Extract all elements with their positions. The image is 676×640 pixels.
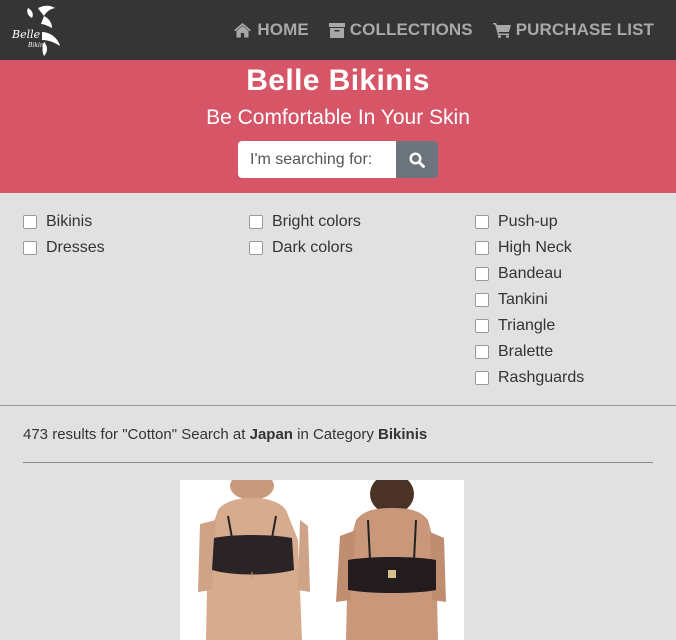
nav-home-link[interactable]: HOME	[233, 20, 309, 40]
nav-home-label: HOME	[257, 20, 309, 39]
checkbox[interactable]	[475, 319, 489, 333]
filter-high-neck[interactable]: High Neck	[475, 235, 676, 261]
nav-collections-link[interactable]: COLLECTIONS	[328, 20, 473, 40]
filter-bralette[interactable]: Bralette	[475, 339, 676, 365]
results-location: Japan	[249, 426, 293, 443]
belle-bikini-logo[interactable]: Belle Bikini	[8, 2, 66, 58]
checkbox[interactable]	[475, 345, 489, 359]
search-bar	[238, 141, 438, 178]
site-title: Belle Bikinis	[246, 64, 430, 97]
product-card-image[interactable]	[180, 480, 464, 640]
checkbox[interactable]	[475, 293, 489, 307]
hero-banner: Belle Bikinis Be Comfortable In Your Ski…	[0, 60, 676, 193]
filter-label: Push-up	[498, 213, 558, 230]
filter-panel: Bikinis Dresses Bright colors Dark color…	[0, 193, 676, 406]
nav-collections-label: COLLECTIONS	[349, 20, 473, 39]
filter-label: Bikinis	[46, 213, 93, 230]
filter-label: Triangle	[498, 317, 556, 334]
filter-dark-colors[interactable]: Dark colors	[249, 235, 475, 261]
filter-triangle[interactable]: Triangle	[475, 313, 676, 339]
filter-push-up[interactable]: Push-up	[475, 209, 676, 235]
filter-column-style: Push-up High Neck Bandeau Tankini Triang…	[475, 209, 676, 405]
filter-label: High Neck	[498, 239, 572, 256]
filter-rashguards[interactable]: Rashguards	[475, 365, 676, 391]
filter-dresses[interactable]: Dresses	[23, 235, 249, 261]
cart-icon	[492, 23, 511, 38]
results-middle-text: in Category	[292, 426, 379, 443]
filter-bikinis[interactable]: Bikinis	[23, 209, 249, 235]
checkbox[interactable]	[475, 215, 489, 229]
checkbox[interactable]	[475, 371, 489, 385]
filter-label: Bandeau	[498, 265, 563, 282]
archive-icon	[328, 22, 345, 38]
search-input[interactable]	[238, 141, 396, 178]
checkbox[interactable]	[475, 267, 489, 281]
search-button[interactable]	[396, 141, 438, 178]
filter-label: Tankini	[498, 291, 548, 308]
results-count-text: 473 results for "Cotton" Search at	[23, 426, 250, 443]
filter-bright-colors[interactable]: Bright colors	[249, 209, 475, 235]
checkbox[interactable]	[23, 241, 37, 255]
site-tagline: Be Comfortable In Your Skin	[206, 106, 470, 129]
filter-tankini[interactable]: Tankini	[475, 287, 676, 313]
filter-label: Bright colors	[272, 213, 361, 230]
checkbox[interactable]	[23, 215, 37, 229]
filter-column-category: Bikinis Dresses	[23, 209, 249, 405]
search-icon	[409, 151, 425, 168]
svg-text:Belle: Belle	[11, 28, 41, 41]
nav-purchase-list-link[interactable]: PURCHASE LIST	[492, 20, 654, 40]
navbar: Belle Bikini HOME COLLECTIONS PURCHASE L…	[0, 0, 676, 60]
nav-links: HOME COLLECTIONS PURCHASE LIST	[233, 20, 654, 40]
filter-column-colors: Bright colors Dark colors	[249, 209, 475, 405]
filter-bandeau[interactable]: Bandeau	[475, 261, 676, 287]
results-summary: 473 results for "Cotton" Search at Japan…	[23, 406, 653, 463]
filter-label: Bralette	[498, 343, 554, 360]
svg-text:Bikini: Bikini	[27, 42, 46, 49]
product-photo	[180, 480, 464, 640]
filter-label: Dark colors	[272, 239, 353, 256]
checkbox[interactable]	[249, 241, 263, 255]
results-category: Bikinis	[378, 426, 428, 443]
home-icon	[234, 23, 252, 38]
filter-label: Rashguards	[498, 369, 585, 386]
filter-label: Dresses	[46, 239, 105, 256]
nav-purchase-list-label: PURCHASE LIST	[515, 20, 654, 39]
checkbox[interactable]	[249, 215, 263, 229]
checkbox[interactable]	[475, 241, 489, 255]
